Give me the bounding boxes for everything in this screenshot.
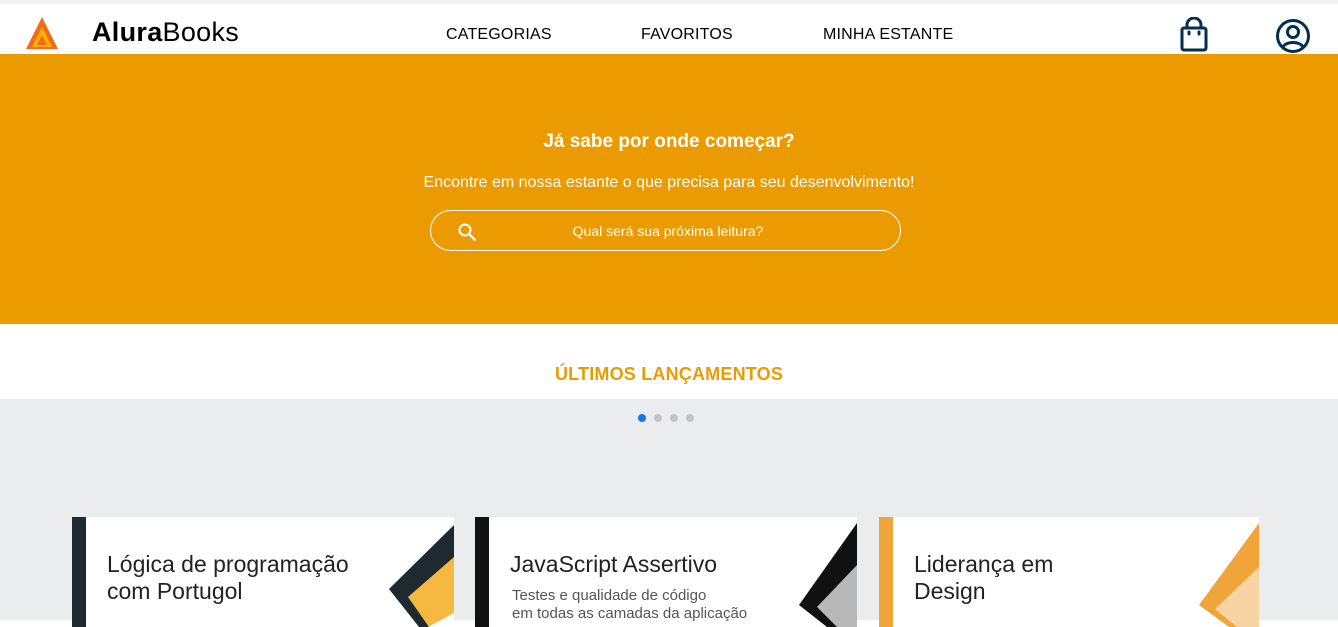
hero-title: Já sabe por onde começar? bbox=[543, 131, 795, 152]
book-title-line1: JavaScript Assertivo bbox=[510, 551, 718, 577]
carousel-dot-1[interactable] bbox=[638, 414, 646, 422]
book-title-line2: com Portugol bbox=[107, 578, 243, 604]
book-title: Lógica de programação com Portugol bbox=[107, 551, 349, 605]
carousel-dot-4[interactable] bbox=[686, 414, 694, 422]
brand-name-bold: Alura bbox=[92, 17, 163, 47]
book-card-javascript-assertivo[interactable]: JavaScript Assertivo Testes e qualidade … bbox=[475, 517, 857, 627]
book-subtitle-line2: em todas as camadas da aplicação bbox=[512, 605, 748, 622]
nav-minha-estante[interactable]: MINHA ESTANTE bbox=[823, 26, 953, 44]
releases-title: ÚLTIMOS LANÇAMENTOS bbox=[554, 364, 784, 384]
book-cover-decoration bbox=[389, 525, 454, 627]
book-subtitle-line1: Testes e qualidade de código bbox=[512, 587, 707, 604]
top-navbar: AluraBooks CATEGORIAS FAVORITOS MINHA ES… bbox=[0, 0, 1338, 54]
user-account-icon[interactable] bbox=[1274, 17, 1312, 55]
book-card-logica-programacao[interactable]: Lógica de programação com Portugol bbox=[72, 517, 454, 627]
brand-name[interactable]: AluraBooks bbox=[92, 17, 239, 47]
book-cover-decoration bbox=[1199, 523, 1259, 627]
hero-subtitle: Encontre em nossa estante o que precisa … bbox=[423, 174, 915, 191]
nav-favoritos[interactable]: FAVORITOS bbox=[641, 26, 733, 44]
logo-icon[interactable] bbox=[24, 15, 60, 51]
search-input[interactable] bbox=[491, 211, 845, 251]
brand-name-rest: Books bbox=[162, 17, 240, 47]
book-cover-stripe bbox=[879, 517, 893, 627]
book-cover-decoration bbox=[799, 523, 857, 627]
book-title: JavaScript Assertivo bbox=[510, 551, 717, 578]
book-title-line1: Liderança em bbox=[914, 551, 1054, 577]
book-cover-stripe bbox=[475, 517, 489, 627]
carousel-dot-3[interactable] bbox=[670, 414, 678, 422]
hero-banner: Já sabe por onde começar? Encontre em no… bbox=[0, 54, 1338, 324]
nav-categorias[interactable]: CATEGORIAS bbox=[446, 26, 552, 44]
search-bar[interactable] bbox=[430, 210, 901, 251]
book-cover-stripe bbox=[72, 517, 86, 627]
book-subtitle: Testes e qualidade de código em todas as… bbox=[512, 587, 747, 623]
carousel-dot-2[interactable] bbox=[654, 414, 662, 422]
search-icon bbox=[458, 223, 477, 242]
releases-carousel[interactable]: Lógica de programação com Portugol JavaS… bbox=[0, 399, 1338, 627]
book-title-line2: Design bbox=[914, 578, 986, 604]
book-card-lideranca-design[interactable]: Liderança em Design bbox=[879, 517, 1259, 627]
book-title-line1: Lógica de programação bbox=[107, 551, 349, 577]
shopping-bag-icon[interactable] bbox=[1178, 17, 1210, 53]
book-title: Liderança em Design bbox=[914, 551, 1053, 605]
